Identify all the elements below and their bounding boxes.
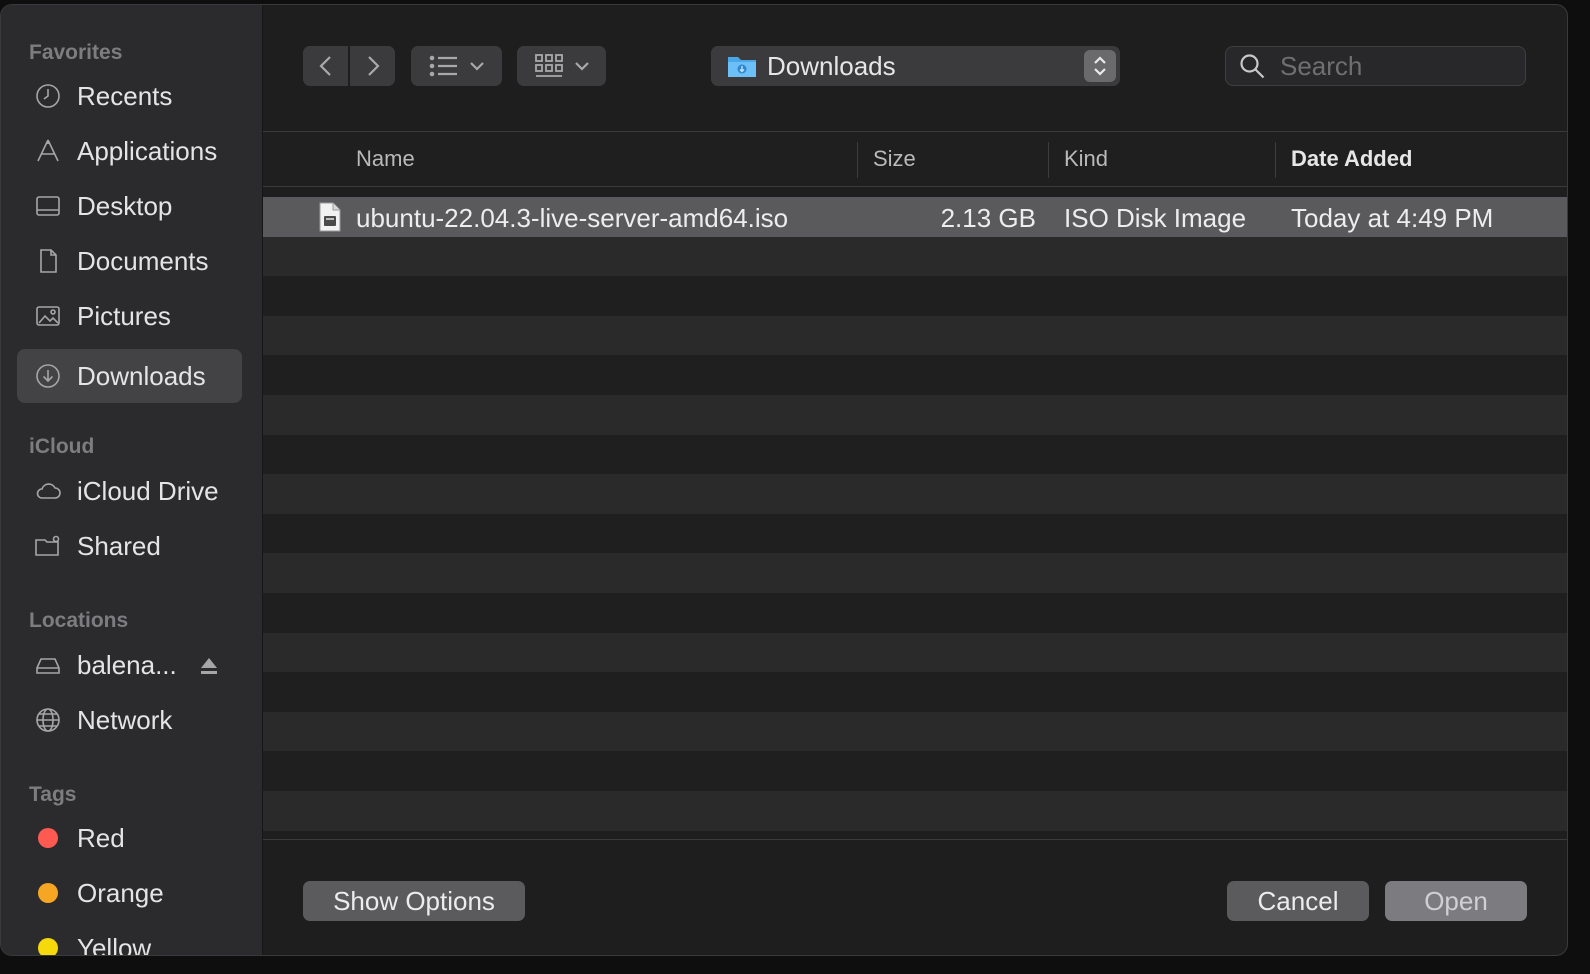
file-size: 2.13 GB [940,203,1036,233]
chevron-down-icon [469,62,484,71]
empty-row [263,355,1567,395]
document-icon [33,246,63,276]
column-divider[interactable] [1275,142,1276,178]
column-header-size[interactable]: Size [873,146,916,172]
sidebar-item-label: Applications [77,135,218,166]
sidebar-item-label: Orange [77,877,164,908]
pictures-icon [33,301,63,331]
desktop-icon [33,191,63,221]
sidebar-item-label: Network [77,704,173,735]
sidebar-section-tags: Tags [29,783,77,806]
open-button[interactable]: Open [1385,881,1527,921]
file-kind: ISO Disk Image [1064,203,1247,233]
location-label: Downloads [767,50,896,81]
show-options-button[interactable]: Show Options [303,881,525,921]
sidebar-item-label: Downloads [77,360,206,391]
sidebar-item-tag-red[interactable]: Red [17,811,242,865]
sidebar-section-favorites: Favorites [29,41,123,64]
sidebar-item-downloads[interactable]: Downloads [17,349,242,403]
list-view-button[interactable] [411,46,502,86]
forward-button[interactable] [350,46,395,86]
search-field[interactable] [1225,46,1526,86]
column-divider[interactable] [1048,142,1049,178]
location-stepper[interactable] [1084,50,1116,82]
sidebar-item-label: iCloud Drive [77,475,219,506]
empty-row [263,474,1567,514]
sidebar: Favorites Recents Applications Desktop D… [1,5,263,955]
cloud-icon [33,476,63,506]
sidebar-item-shared[interactable]: Shared [17,519,242,573]
empty-row [263,394,1567,435]
chevron-left-icon [318,56,331,76]
empty-row [263,592,1567,633]
column-header-bar: Name Size Kind Date Added [263,131,1567,187]
file-name: ubuntu-22.04.3-live-server-amd64.iso [356,203,789,233]
sidebar-item-tag-yellow[interactable]: Yellow [17,921,242,956]
downloads-folder-icon [728,57,756,77]
empty-row [263,632,1567,673]
drive-icon [33,650,63,680]
chevron-down-icon [574,62,589,71]
eject-icon[interactable] [198,653,220,675]
up-down-chevron-icon [1094,56,1106,76]
disk-image-file-icon [319,202,341,232]
grid-icon [534,54,563,77]
empty-row [263,513,1567,554]
file-date-added: Today at 4:49 PM [1291,203,1494,233]
empty-row [263,711,1567,752]
empty-row [263,315,1567,356]
sidebar-section-locations: Locations [29,609,129,632]
sidebar-item-label: Yellow [77,932,152,956]
downloads-icon [33,361,63,391]
column-header-date-added[interactable]: Date Added [1291,146,1412,172]
sidebar-item-label: Pictures [77,300,171,331]
sidebar-item-applications[interactable]: Applications [17,124,242,178]
empty-row [263,236,1567,277]
open-file-dialog: Favorites Recents Applications Desktop D… [0,4,1568,956]
sidebar-section-icloud: iCloud [29,435,95,458]
empty-row [263,553,1567,593]
chevron-right-icon [367,56,380,76]
sidebar-item-label: Documents [77,245,209,276]
sidebar-item-desktop[interactable]: Desktop [17,179,242,233]
applications-icon [33,136,63,166]
sidebar-item-label: Desktop [77,190,173,221]
footer-divider [263,839,1567,840]
column-header-kind[interactable]: Kind [1064,146,1108,172]
tag-dot-icon [38,883,58,903]
file-list: ubuntu-22.04.3-live-server-amd64.iso 2.1… [263,197,1567,837]
sidebar-item-documents[interactable]: Documents [17,234,242,288]
empty-row [263,276,1567,316]
column-header-name[interactable]: Name [356,146,415,172]
sidebar-item-balena[interactable]: balena... [17,638,242,692]
search-icon [1240,54,1265,79]
list-view-icon [429,55,457,77]
sidebar-item-recents[interactable]: Recents [17,69,242,123]
sidebar-item-label: balena... [77,649,177,680]
sidebar-item-icloud-drive[interactable]: iCloud Drive [17,464,242,518]
location-popup[interactable]: Downloads [711,46,1120,86]
cancel-button[interactable]: Cancel [1227,881,1369,921]
sidebar-item-network[interactable]: Network [17,693,242,747]
sidebar-item-label: Red [77,822,125,853]
clock-icon [33,81,63,111]
globe-icon [33,705,63,735]
tag-dot-icon [38,828,58,848]
empty-row [263,751,1567,791]
sidebar-item-pictures[interactable]: Pictures [17,289,242,343]
empty-row [263,790,1567,831]
column-divider[interactable] [857,142,858,178]
file-row[interactable]: ubuntu-22.04.3-live-server-amd64.iso 2.1… [263,197,1567,237]
empty-row [263,672,1567,712]
sidebar-item-tag-orange[interactable]: Orange [17,866,242,920]
back-button[interactable] [303,46,348,86]
search-input[interactable] [1280,50,1500,82]
tag-dot-icon [38,938,58,955]
group-button[interactable] [517,46,606,86]
empty-row [263,434,1567,475]
shared-folder-icon [33,531,63,561]
sidebar-item-label: Recents [77,80,173,111]
sidebar-item-label: Shared [77,530,161,561]
